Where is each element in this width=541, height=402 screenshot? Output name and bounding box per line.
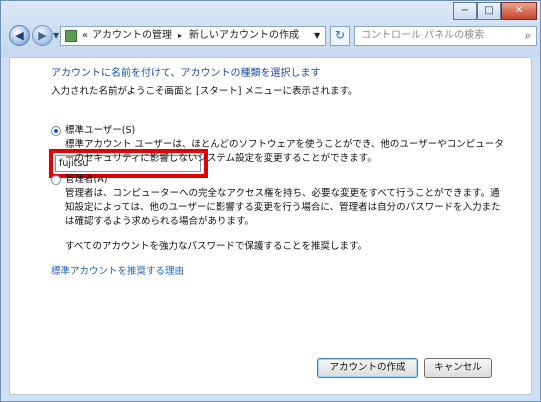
administrator-label[interactable]: 管理者(A)	[65, 173, 107, 186]
forward-button[interactable]: ▶	[32, 25, 53, 46]
address-dropdown-icon[interactable]: ▼	[314, 27, 320, 45]
password-recommendation: すべてのアカウントを強力なパスワードで保護することを推奨します。	[65, 241, 368, 252]
create-account-panel: アカウントに名前を付けて、アカウントの種類を選択します 入力された名前がようこそ…	[9, 57, 532, 395]
page-heading: アカウントに名前を付けて、アカウントの種類を選択します	[51, 68, 321, 79]
window-chrome: − □ ✕ ◀ ▶ ▼ « アカウントの管理 ▸ 新しいアカウントの作成 ▼ ↻…	[1, 1, 540, 57]
standard-user-description-line-2: ーのセキュリティに影響しないシステム設定を変更することができます。	[65, 153, 377, 164]
back-arrow-icon: ◀	[15, 29, 24, 42]
administrator-description-line-2: 知設定によっては、他のユーザーに影響する変更を行う場合に、管理者は自分のパスワー…	[65, 202, 501, 213]
control-panel-window: − □ ✕ ◀ ▶ ▼ « アカウントの管理 ▸ 新しいアカウントの作成 ▼ ↻…	[0, 0, 541, 402]
breadcrumb-new-account[interactable]: 新しいアカウントの作成	[189, 27, 299, 45]
cancel-button[interactable]: キャンセル	[424, 358, 492, 378]
forward-arrow-icon: ▶	[38, 29, 47, 42]
refresh-icon[interactable]: ↻	[330, 26, 350, 46]
minimize-button[interactable]: −	[453, 2, 477, 20]
address-prefix-icon: «	[82, 30, 89, 41]
user-accounts-icon	[65, 30, 77, 42]
standard-user-radio[interactable]	[51, 126, 61, 136]
standard-user-description-line-1: 標準アカウント ユーザーは、ほとんどのソフトウェアを使うことができ、他のユーザー…	[65, 139, 504, 150]
administrator-description-line-1: 管理者は、コンピューターへの完全なアクセス権を持ち、必要な変更をすべて行うことが…	[65, 188, 500, 199]
breadcrumb-account-management[interactable]: アカウントの管理	[92, 27, 172, 45]
create-account-button[interactable]: アカウントの作成	[317, 358, 418, 378]
maximize-button[interactable]: □	[477, 2, 501, 20]
standard-account-reason-link[interactable]: 標準アカウントを推奨する理由	[51, 265, 184, 278]
history-dropdown-icon[interactable]: ▼	[53, 31, 59, 40]
standard-user-label[interactable]: 標準ユーザー(S)	[65, 124, 135, 137]
search-icon[interactable]: ⌕	[525, 27, 531, 45]
back-button[interactable]: ◀	[9, 25, 30, 46]
administrator-description-line-3: は確認するよう求められる場合があります。	[65, 216, 255, 227]
close-button[interactable]: ✕	[501, 2, 537, 20]
search-input[interactable]: コントロール パネルの検索	[361, 27, 484, 45]
administrator-radio[interactable]	[51, 175, 61, 185]
address-bar[interactable]: « アカウントの管理 ▸ 新しいアカウントの作成 ▼	[60, 26, 326, 46]
breadcrumb-separator-icon: ▸	[178, 31, 183, 40]
search-box[interactable]: コントロール パネルの検索 ⌕	[354, 26, 537, 46]
name-instruction: 入力された名前がようこそ画面と [スタート] メニューに表示されます。	[51, 86, 358, 97]
